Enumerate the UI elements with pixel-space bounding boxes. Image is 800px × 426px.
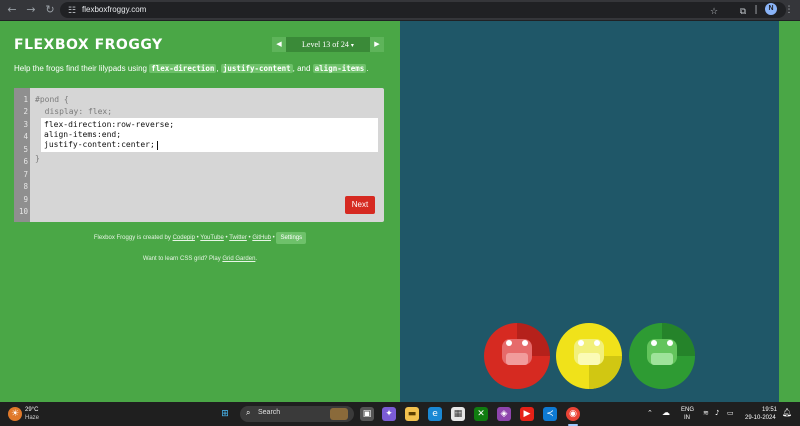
code-selector-line: #pond { xyxy=(35,95,69,104)
windows-start-icon[interactable]: ⊞ xyxy=(218,407,232,421)
instructions-panel: FLEXBOX FROGGY ◀ Level 13 of 24 ▾ ▶ Help… xyxy=(0,21,400,402)
forward-icon[interactable]: → xyxy=(24,3,38,17)
volume-icon[interactable]: ♪ xyxy=(715,409,719,417)
settings-button[interactable]: Settings xyxy=(276,232,307,244)
grid-garden-promo: Want to learn CSS grid? Play Grid Garden… xyxy=(142,256,258,262)
line-number: 10 xyxy=(18,207,28,216)
yellow-frog-lilypad xyxy=(556,323,622,389)
line-number-gutter: 1 2 3 4 5 6 7 8 9 10 xyxy=(14,88,30,222)
extensions-icon[interactable]: ⧉ xyxy=(737,6,749,18)
weather-icon[interactable]: ☀ xyxy=(8,407,22,421)
level-indicator[interactable]: Level 13 of 24 ▾ xyxy=(286,37,370,52)
profile-avatar[interactable]: N xyxy=(765,3,777,15)
edge-icon[interactable]: e xyxy=(428,407,442,421)
logo: FLEXBOX FROGGY xyxy=(14,37,163,53)
xbox-icon[interactable]: ✕ xyxy=(474,407,488,421)
back-icon[interactable]: ← xyxy=(5,3,19,17)
battery-icon[interactable]: ▭ xyxy=(727,409,734,417)
line-number: 2 xyxy=(23,107,28,116)
input-line: align-items:end; xyxy=(44,130,122,139)
weather-desc[interactable]: Haze xyxy=(25,414,39,422)
bookmark-star-icon[interactable]: ☆ xyxy=(708,6,720,18)
red-frog-eye xyxy=(506,340,512,346)
code-close-line: } xyxy=(35,154,40,163)
line-number: 6 xyxy=(23,157,28,166)
youtube-icon[interactable]: ▶ xyxy=(520,407,534,421)
grid-garden-link[interactable]: Grid Garden xyxy=(222,256,255,262)
level-dropdown-icon: ▾ xyxy=(350,43,354,49)
yellow-frog-eye xyxy=(594,340,600,346)
chevron-up-icon[interactable]: ⌃ xyxy=(647,409,653,417)
red-frog-belly xyxy=(506,353,528,365)
search-highlight-icon xyxy=(330,408,348,420)
clock-time[interactable]: 19:51 xyxy=(762,406,777,414)
vscode-icon[interactable]: ≺ xyxy=(543,407,557,421)
divider-icon: | xyxy=(754,5,758,15)
green-frog-belly xyxy=(651,353,673,365)
site-info-icon[interactable]: ☷ xyxy=(68,5,78,15)
search-placeholder: Search xyxy=(258,409,281,416)
input-line: justify-content:center; xyxy=(44,140,155,149)
clock-date[interactable]: 29-10-2024 xyxy=(745,414,776,422)
taskbar-search[interactable]: ⌕ Search xyxy=(240,406,354,422)
property-align-items: align-items xyxy=(312,64,367,73)
chrome-icon[interactable]: ◉ xyxy=(566,407,580,421)
credits-footer: Flexbox Froggy is created by Codepip • Y… xyxy=(0,232,400,244)
youtube-link[interactable]: YouTube xyxy=(200,235,224,241)
github-link[interactable]: GitHub xyxy=(252,235,271,241)
task-view-icon[interactable]: ▣ xyxy=(360,407,374,421)
notification-bell-icon[interactable]: 🔔︎ xyxy=(782,409,792,417)
red-frog-lilypad xyxy=(484,323,550,389)
language-bottom[interactable]: IN xyxy=(684,414,690,422)
green-frog-lilypad xyxy=(629,323,695,389)
file-explorer-icon[interactable]: ▬ xyxy=(405,407,419,421)
page-edge xyxy=(779,21,800,402)
taskbar: ☀ 29°C Haze ⊞ ⌕ Search ▣ ✦ ▬ e ▦ ✕ ◈ ▶ ≺… xyxy=(0,402,800,426)
text-cursor xyxy=(157,141,158,150)
address-bar[interactable]: ☷ flexboxfroggy.com ☆ ⧉ | xyxy=(60,2,786,18)
photos-icon[interactable]: ◈ xyxy=(497,407,511,421)
line-number: 7 xyxy=(23,170,28,179)
css-editor: 1 2 3 4 5 6 7 8 9 10 #pond { display: fl… xyxy=(14,88,384,222)
store-icon[interactable]: ▦ xyxy=(451,407,465,421)
line-number: 4 xyxy=(23,132,28,141)
red-frog-eye xyxy=(522,340,528,346)
line-number: 1 xyxy=(23,95,28,104)
search-icon: ⌕ xyxy=(246,408,251,417)
yellow-frog-belly xyxy=(578,353,600,365)
next-button[interactable]: Next xyxy=(345,196,375,214)
weather-temp[interactable]: 29°C xyxy=(25,406,38,414)
prev-level-icon[interactable]: ◀ xyxy=(272,37,286,52)
codepip-link[interactable]: Codepip xyxy=(173,235,195,241)
line-number: 8 xyxy=(23,182,28,191)
css-input-textarea[interactable]: flex-direction:row-reverse; align-items:… xyxy=(41,118,378,152)
menu-icon[interactable]: ⋮ xyxy=(783,4,795,16)
property-justify-content: justify-content xyxy=(220,64,293,73)
copilot-icon[interactable]: ✦ xyxy=(382,407,396,421)
twitter-link[interactable]: Twitter xyxy=(229,235,247,241)
language-top[interactable]: ENG xyxy=(681,406,694,414)
wifi-icon[interactable]: ≋ xyxy=(703,409,709,417)
pond-board xyxy=(400,21,779,402)
property-flex-direction: flex-direction xyxy=(149,64,217,73)
code-display-line: display: flex; xyxy=(35,107,113,116)
pond-svg xyxy=(484,323,695,389)
next-level-icon[interactable]: ▶ xyxy=(370,37,384,52)
yellow-frog-eye xyxy=(578,340,584,346)
green-frog-eye xyxy=(651,340,657,346)
line-number: 5 xyxy=(23,145,28,154)
line-number: 9 xyxy=(23,195,28,204)
browser-toolbar: ← → ↻ ☷ flexboxfroggy.com ☆ ⧉ | N ⋮ xyxy=(0,0,800,20)
green-frog-eye xyxy=(667,340,673,346)
instructions-text: Help the frogs find their lilypads using… xyxy=(14,64,369,73)
url-text[interactable]: flexboxfroggy.com xyxy=(82,4,146,16)
reload-icon[interactable]: ↻ xyxy=(43,3,57,17)
page: FLEXBOX FROGGY ◀ Level 13 of 24 ▾ ▶ Help… xyxy=(0,21,800,402)
line-number: 3 xyxy=(23,120,28,129)
cloud-icon[interactable]: ☁ xyxy=(662,409,670,417)
level-navigator: ◀ Level 13 of 24 ▾ ▶ xyxy=(272,37,384,52)
input-line: flex-direction:row-reverse; xyxy=(44,120,175,129)
